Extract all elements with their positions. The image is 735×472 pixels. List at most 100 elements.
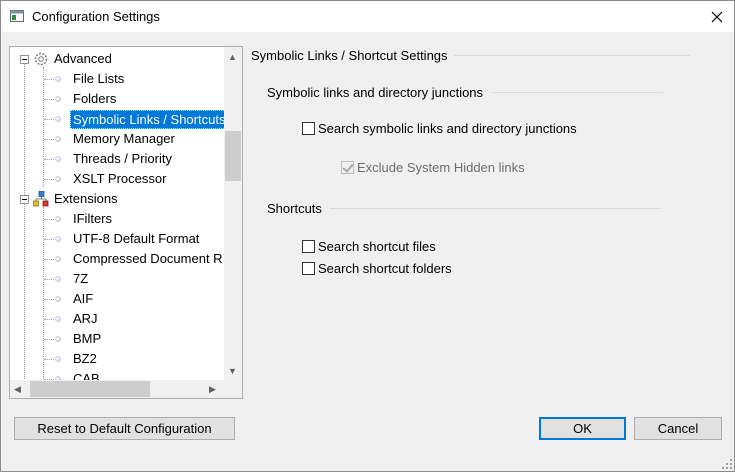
tree-item-label: BMP xyxy=(73,331,102,346)
tree-item-label: BZ2 xyxy=(73,351,97,366)
tree-item-arj[interactable]: ARJ xyxy=(10,309,224,329)
tree-item-folders[interactable]: Folders xyxy=(10,89,224,109)
leaf-bullet-icon xyxy=(55,316,61,322)
leaf-bullet-icon xyxy=(55,256,61,262)
search-shortcut-folders-option[interactable]: Search shortcut folders xyxy=(302,259,452,277)
tree-rows: Advanced File Lists Folders Symbolic Lin… xyxy=(10,47,224,380)
tree-item-cab[interactable]: CAB xyxy=(10,369,224,380)
tree-item-advanced[interactable]: Advanced xyxy=(10,49,224,69)
search-symbolic-links-option[interactable]: Search symbolic links and directory junc… xyxy=(302,119,577,137)
group-title-symbolic-links: Symbolic links and directory junctions xyxy=(267,85,484,100)
tree-item-label: CAB xyxy=(73,371,100,380)
heading-divider xyxy=(454,55,690,56)
vertical-scroll-thumb[interactable] xyxy=(225,131,241,181)
tree-item-utf8-default-format[interactable]: UTF-8 Default Format xyxy=(10,229,224,249)
tree-item-label: Threads / Priority xyxy=(73,151,172,166)
tree-item-label: Folders xyxy=(73,91,117,106)
leaf-bullet-icon xyxy=(55,116,61,122)
leaf-bullet-icon xyxy=(55,96,61,102)
search-shortcut-files-option[interactable]: Search shortcut files xyxy=(302,237,436,255)
leaf-bullet-icon xyxy=(55,76,61,82)
horizontal-scroll-thumb[interactable] xyxy=(30,381,150,397)
tree-branch-line xyxy=(44,319,54,320)
tree-item-label: Compressed Document R xyxy=(73,251,223,266)
collapse-toggle-icon[interactable] xyxy=(20,55,29,64)
reset-default-button[interactable]: Reset to Default Configuration xyxy=(14,417,235,440)
tree-item-extensions[interactable]: Extensions xyxy=(10,189,224,209)
tree-item-compressed-document[interactable]: Compressed Document R xyxy=(10,249,224,269)
exclude-hidden-links-checkbox xyxy=(341,160,354,174)
tree-item-label: 7Z xyxy=(73,271,89,286)
cancel-button[interactable]: Cancel xyxy=(634,417,722,440)
group-divider xyxy=(491,92,663,93)
gear-icon xyxy=(34,52,48,66)
group-divider xyxy=(330,208,661,209)
scroll-down-arrow-icon[interactable]: ▼ xyxy=(228,365,237,377)
tree-branch-line xyxy=(44,99,54,100)
tree-branch-line xyxy=(44,259,54,260)
tree-item-label: IFilters xyxy=(73,211,112,226)
search-shortcut-folders-label: Search shortcut folders xyxy=(318,260,452,276)
tree-branch-line xyxy=(44,139,54,140)
title-bar[interactable]: Configuration Settings xyxy=(1,1,734,32)
tree-item-label: XSLT Processor xyxy=(73,171,167,186)
exclude-hidden-links-option: Exclude System Hidden links xyxy=(341,158,525,176)
tree-item-threads-priority[interactable]: Threads / Priority xyxy=(10,149,224,169)
tree-item-xslt-processor[interactable]: XSLT Processor xyxy=(10,169,224,189)
tree-branch-line xyxy=(44,359,54,360)
leaf-bullet-icon xyxy=(55,156,61,162)
close-button[interactable] xyxy=(700,1,734,32)
close-icon xyxy=(711,11,723,22)
tree-branch-line xyxy=(44,339,54,340)
scroll-left-arrow-icon[interactable]: ◀ xyxy=(14,383,21,395)
tree-item-ifilters[interactable]: IFilters xyxy=(10,209,224,229)
tree-item-label: ARJ xyxy=(73,311,98,326)
search-shortcut-files-label: Search shortcut files xyxy=(318,238,436,254)
tree-vertical-scrollbar[interactable]: ▲ ▼ xyxy=(224,47,242,380)
group-title-shortcuts: Shortcuts xyxy=(267,201,322,216)
configuration-settings-dialog: Configuration Settings Advanced File Lis… xyxy=(0,0,735,472)
tree-item-label: Advanced xyxy=(54,51,112,66)
tree-branch-line xyxy=(44,119,54,120)
tree-item-label: UTF-8 Default Format xyxy=(73,231,200,246)
app-window-icon xyxy=(10,10,24,22)
exclude-hidden-links-label: Exclude System Hidden links xyxy=(357,159,525,175)
search-symbolic-links-label: Search symbolic links and directory junc… xyxy=(318,120,577,136)
leaf-bullet-icon xyxy=(55,336,61,342)
scrollbar-corner xyxy=(224,380,242,398)
tree-branch-line xyxy=(44,299,54,300)
scroll-up-arrow-icon[interactable]: ▲ xyxy=(228,51,237,63)
leaf-bullet-icon xyxy=(55,236,61,242)
tree-branch-line xyxy=(44,159,54,160)
resize-grip-icon[interactable] xyxy=(722,459,732,469)
search-symbolic-links-checkbox[interactable] xyxy=(302,121,315,135)
tree-item-label-selected: Symbolic Links / Shortcuts xyxy=(70,110,224,129)
tree-branch-line xyxy=(44,79,54,80)
scroll-right-arrow-icon[interactable]: ▶ xyxy=(209,383,216,395)
tree-branch-line xyxy=(44,179,54,180)
tree-item-file-lists[interactable]: File Lists xyxy=(10,69,224,89)
tree-item-memory-manager[interactable]: Memory Manager xyxy=(10,129,224,149)
tree-branch-line xyxy=(44,239,54,240)
settings-tree[interactable]: Advanced File Lists Folders Symbolic Lin… xyxy=(9,46,243,399)
tree-item-symbolic-links[interactable]: Symbolic Links / Shortcuts xyxy=(10,109,224,129)
collapse-toggle-icon[interactable] xyxy=(20,195,29,204)
tree-item-label: File Lists xyxy=(73,71,125,86)
panel-heading: Symbolic Links / Shortcut Settings xyxy=(251,48,448,63)
leaf-bullet-icon xyxy=(55,296,61,302)
tree-item-7z[interactable]: 7Z xyxy=(10,269,224,289)
search-shortcut-files-checkbox[interactable] xyxy=(302,239,315,253)
ok-button[interactable]: OK xyxy=(539,417,626,440)
extensions-icon xyxy=(33,191,49,207)
tree-branch-line xyxy=(44,279,54,280)
search-shortcut-folders-checkbox[interactable] xyxy=(302,261,315,275)
tree-item-label: Memory Manager xyxy=(73,131,175,146)
tree-branch-line xyxy=(44,219,54,220)
tree-item-aif[interactable]: AIF xyxy=(10,289,224,309)
leaf-bullet-icon xyxy=(55,176,61,182)
tree-item-bz2[interactable]: BZ2 xyxy=(10,349,224,369)
leaf-bullet-icon xyxy=(55,356,61,362)
leaf-bullet-icon xyxy=(55,276,61,282)
tree-horizontal-scrollbar[interactable]: ◀ ▶ xyxy=(10,380,224,398)
tree-item-bmp[interactable]: BMP xyxy=(10,329,224,349)
